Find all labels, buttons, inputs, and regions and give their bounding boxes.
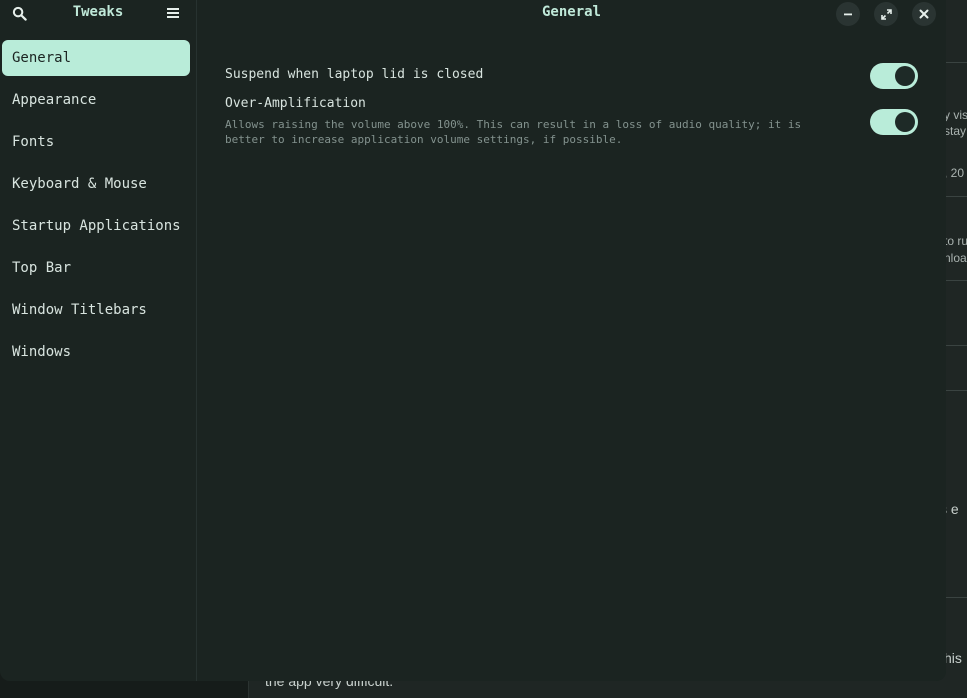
page-title: General	[541, 4, 601, 20]
sidebar-item-appearance[interactable]: Appearance	[2, 82, 190, 118]
background-text: his	[944, 650, 962, 666]
sidebar-item-windows[interactable]: Windows	[2, 334, 190, 370]
maximize-button[interactable]	[874, 2, 898, 26]
suspend-lid-toggle[interactable]	[870, 63, 918, 89]
toggle-knob	[895, 66, 915, 86]
main-menu-button[interactable]	[162, 2, 184, 24]
hamburger-menu-icon	[167, 8, 179, 18]
sidebar-nav: General Appearance Fonts Keyboard & Mous…	[2, 40, 190, 376]
sidebar: Tweaks General Appearance Fonts Keyboard…	[0, 0, 197, 681]
sidebar-item-keyboard-mouse[interactable]: Keyboard & Mouse	[2, 166, 190, 202]
setting-label: Suspend when laptop lid is closed	[225, 67, 484, 82]
background-text: , 20	[944, 166, 965, 180]
minimize-button[interactable]	[836, 2, 860, 26]
background-text: to ru	[944, 234, 967, 248]
sidebar-item-top-bar[interactable]: Top Bar	[2, 250, 190, 286]
setting-label: Over-Amplification	[225, 96, 366, 111]
background-text: nloa	[944, 251, 967, 265]
close-button[interactable]	[912, 2, 936, 26]
setting-row-over-amplification: Over-Amplification Allows raising the vo…	[225, 96, 918, 147]
sidebar-item-window-titlebars[interactable]: Window Titlebars	[2, 292, 190, 328]
over-amplification-toggle[interactable]	[870, 109, 918, 135]
background-text: y vis	[944, 108, 967, 122]
setting-row-suspend-lid: Suspend when laptop lid is closed	[225, 63, 918, 89]
minimize-icon	[844, 13, 852, 16]
close-icon	[919, 9, 929, 19]
sidebar-item-fonts[interactable]: Fonts	[2, 124, 190, 160]
sidebar-header: Tweaks	[0, 0, 196, 26]
background-text: stay	[944, 124, 967, 138]
sidebar-item-startup-applications[interactable]: Startup Applications	[2, 208, 190, 244]
toggle-knob	[895, 112, 915, 132]
content-pane: General Suspend when laptop lid is close…	[197, 0, 946, 681]
maximize-icon	[880, 8, 892, 20]
setting-description: Allows raising the volume above 100%. Th…	[225, 118, 802, 146]
tweaks-window: Tweaks General Appearance Fonts Keyboard…	[0, 0, 946, 681]
sidebar-item-general[interactable]: General	[2, 40, 190, 76]
